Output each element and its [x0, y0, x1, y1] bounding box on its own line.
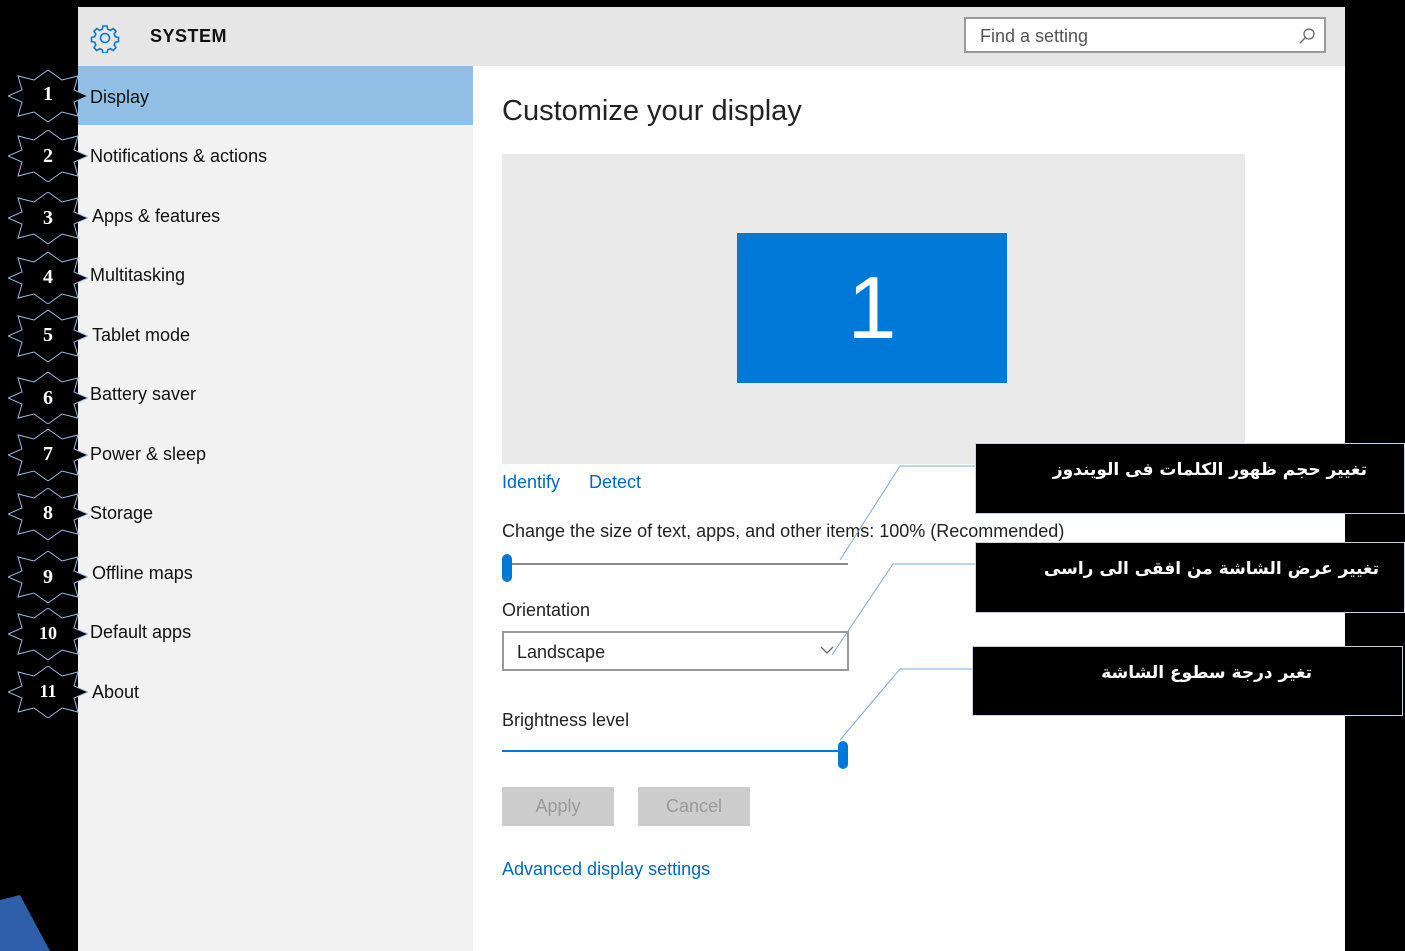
- scale-slider[interactable]: [502, 554, 848, 582]
- orientation-label: Orientation: [502, 600, 591, 620]
- cancel-button[interactable]: Cancel: [638, 787, 750, 826]
- sidebar-item-apps-features[interactable]: Apps & features: [78, 184, 473, 243]
- step-number: 9: [43, 566, 53, 588]
- sidebar-item-tablet-mode[interactable]: Tablet mode: [78, 303, 473, 362]
- search-box[interactable]: [964, 17, 1326, 53]
- step-number: 3: [43, 207, 53, 229]
- sidebar-item-multitasking[interactable]: Multitasking: [78, 244, 473, 303]
- step-number: 10: [39, 623, 57, 643]
- sidebar-item-label: About: [92, 682, 140, 702]
- callout-brightness: تغير درجة سطوع الشاشة: [972, 646, 1403, 716]
- brightness-label: Brightness level: [502, 710, 630, 730]
- step-badge-9: 9: [8, 551, 88, 603]
- step-number: 4: [43, 266, 53, 288]
- sidebar-item-label: Battery saver: [90, 384, 197, 404]
- sidebar-item-notifications[interactable]: Notifications & actions: [78, 125, 473, 184]
- search-input[interactable]: [978, 25, 1282, 48]
- step-badge-8: 8: [8, 488, 88, 540]
- step-number: 8: [43, 502, 53, 524]
- app-title: SYSTEM: [150, 26, 228, 46]
- step-badge-1: 1: [8, 70, 88, 122]
- sidebar-item-battery-saver[interactable]: Battery saver: [78, 363, 473, 422]
- corner-decoration: [0, 895, 50, 951]
- step-number: 7: [43, 443, 53, 465]
- step-badge-5: 5: [8, 310, 88, 362]
- callout-text: تغيير عرض الشاشة من افقى الى راسى: [1043, 559, 1379, 579]
- step-number: 1: [43, 83, 53, 105]
- step-badge-4: 4: [8, 252, 88, 304]
- callout-orientation: تغيير عرض الشاشة من افقى الى راسى: [975, 542, 1405, 613]
- orientation-dropdown[interactable]: Landscape: [502, 631, 849, 671]
- advanced-display-settings-link[interactable]: Advanced display settings: [502, 859, 710, 880]
- sidebar-item-label: Storage: [90, 503, 154, 523]
- sidebar-item-offline-maps[interactable]: Offline maps: [78, 541, 473, 600]
- sidebar-item-label: Tablet mode: [92, 325, 191, 345]
- step-badge-10: 10: [8, 608, 88, 660]
- sidebar-item-display[interactable]: Display: [78, 66, 473, 125]
- apply-button[interactable]: Apply: [502, 787, 614, 826]
- sidebar-item-label: Multitasking: [90, 265, 186, 285]
- monitor-tile[interactable]: 1: [737, 233, 1007, 383]
- callout-text: تغير درجة سطوع الشاشة: [1101, 663, 1312, 683]
- sidebar-item-label: Notifications & actions: [90, 146, 268, 166]
- sidebar-item-label: Apps & features: [92, 206, 221, 226]
- sidebar-item-storage[interactable]: Storage: [78, 482, 473, 541]
- page-title: Customize your display: [502, 95, 802, 127]
- brightness-slider-thumb[interactable]: [838, 741, 848, 769]
- title-bar: SYSTEM: [78, 7, 1345, 66]
- brightness-slider-fill: [502, 750, 838, 752]
- orientation-value: Landscape: [517, 642, 606, 662]
- chevron-down-icon: [820, 646, 834, 654]
- scale-slider-track: [502, 563, 848, 565]
- callout-text-size: تغيير حجم ظهور الكلمات فى الويندوز: [975, 443, 1405, 514]
- step-badge-2: 2: [8, 130, 88, 182]
- sidebar: Display Notifications & actions Apps & f…: [78, 66, 473, 951]
- step-number: 5: [43, 324, 53, 346]
- sidebar-item-label: Default apps: [90, 622, 192, 642]
- callout-text: تغيير حجم ظهور الكلمات فى الويندوز: [1052, 460, 1367, 480]
- search-icon[interactable]: [1298, 27, 1316, 45]
- sidebar-item-about[interactable]: About: [78, 660, 473, 719]
- sidebar-item-default-apps[interactable]: Default apps: [78, 601, 473, 660]
- brightness-slider[interactable]: [502, 741, 848, 769]
- step-badge-3: 3: [8, 192, 88, 244]
- scale-slider-thumb[interactable]: [502, 554, 512, 582]
- step-number: 6: [43, 387, 53, 409]
- sidebar-item-label: Power & sleep: [90, 444, 207, 464]
- step-badge-11: 11: [8, 666, 88, 718]
- step-badge-7: 7: [8, 429, 88, 481]
- step-number: 11: [39, 681, 57, 701]
- scale-label: Change the size of text, apps, and other…: [502, 521, 1065, 541]
- gear-icon: [90, 25, 120, 53]
- sidebar-item-label: Display: [90, 87, 150, 107]
- sidebar-item-power-sleep[interactable]: Power & sleep: [78, 422, 473, 481]
- identify-link[interactable]: Identify: [502, 472, 560, 493]
- sidebar-item-label: Offline maps: [92, 563, 193, 583]
- display-arrangement: 1: [502, 154, 1245, 464]
- detect-link[interactable]: Detect: [589, 472, 641, 493]
- step-badge-6: 6: [8, 372, 88, 424]
- step-number: 2: [43, 145, 53, 167]
